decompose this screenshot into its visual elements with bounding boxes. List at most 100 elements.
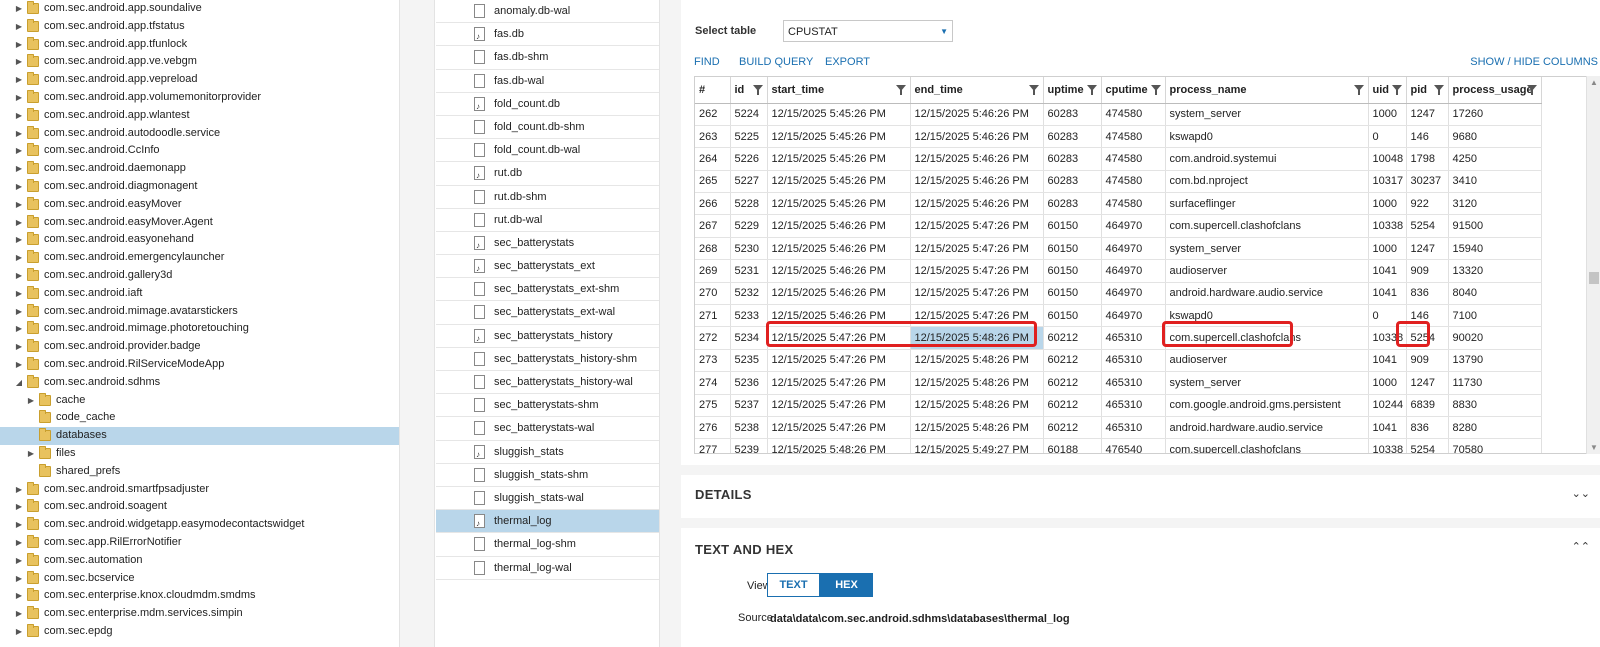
table-cell[interactable]: 12/15/2025 5:47:26 PM <box>767 371 911 395</box>
scroll-thumb[interactable] <box>1589 272 1599 284</box>
column-header[interactable]: cputime <box>1101 77 1166 104</box>
expand-right-icon[interactable]: ▶ <box>14 338 24 356</box>
table-cell[interactable]: 12/15/2025 5:48:26 PM <box>910 416 1044 440</box>
file-item[interactable]: fas.db-shm <box>436 46 659 70</box>
table-row[interactable]: 263 5225 12/15/2025 5:45:26 PM 12/15/2025 5… <box>695 125 1542 149</box>
table-cell[interactable]: 8040 <box>1448 282 1542 306</box>
table-cell[interactable]: 8830 <box>1448 394 1542 417</box>
file-item[interactable]: sec_batterystats-wal <box>436 417 659 441</box>
table-cell[interactable]: system_server <box>1165 371 1369 395</box>
table-cell[interactable]: 474580 <box>1101 147 1166 171</box>
table-cell[interactable]: 5237 <box>730 394 768 417</box>
table-cell[interactable]: 5231 <box>730 259 768 283</box>
expand-right-icon[interactable]: ▶ <box>14 71 24 89</box>
expand-right-icon[interactable]: ▶ <box>26 445 36 463</box>
file-item[interactable]: sluggish_stats-wal <box>436 487 659 511</box>
table-cell[interactable]: 1041 <box>1368 259 1407 283</box>
table-row[interactable]: 272 5234 12/15/2025 5:47:26 PM 12/15/2025 5… <box>695 326 1542 350</box>
table-cell[interactable]: 60188 <box>1043 438 1102 453</box>
table-cell[interactable]: 12/15/2025 5:46:26 PM <box>910 125 1044 149</box>
expand-right-icon[interactable]: ▶ <box>14 516 24 534</box>
table-cell[interactable]: 12/15/2025 5:48:26 PM <box>910 371 1044 395</box>
table-cell[interactable]: 464970 <box>1101 237 1166 261</box>
table-cell[interactable]: 60150 <box>1043 237 1102 261</box>
table-cell[interactable]: 922 <box>1406 192 1449 216</box>
table-cell[interactable]: 474580 <box>1101 125 1166 149</box>
table-row[interactable]: 271 5233 12/15/2025 5:46:26 PM 12/15/2025 5… <box>695 304 1542 328</box>
file-item[interactable]: thermal_log-shm <box>436 533 659 557</box>
table-cell[interactable]: 5238 <box>730 416 768 440</box>
table-cell[interactable]: 264 <box>695 147 731 171</box>
table-cell[interactable]: 12/15/2025 5:47:26 PM <box>910 282 1044 306</box>
table-cell[interactable]: 0 <box>1368 304 1407 328</box>
table-cell[interactable]: 474580 <box>1101 103 1166 126</box>
table-cell[interactable]: 464970 <box>1101 282 1166 306</box>
tree-item[interactable]: databases <box>0 427 399 445</box>
table-cell[interactable]: 5229 <box>730 214 768 238</box>
table-cell[interactable]: 1247 <box>1406 103 1449 126</box>
tree-item[interactable]: ▶ files <box>0 445 399 463</box>
expand-right-icon[interactable]: ▶ <box>14 125 24 143</box>
table-cell[interactable]: 5254 <box>1406 326 1449 350</box>
table-cell[interactable]: 465310 <box>1101 326 1166 350</box>
table-cell[interactable]: 60150 <box>1043 304 1102 328</box>
file-item[interactable]: sec_batterystats_ext-shm <box>436 278 659 302</box>
table-cell[interactable]: 12/15/2025 5:45:26 PM <box>767 147 911 171</box>
tree-item[interactable]: ▶ com.sec.android.smartfpsadjuster <box>0 481 399 499</box>
column-header[interactable]: uptime <box>1043 77 1102 104</box>
column-header[interactable]: # <box>695 77 731 104</box>
table-cell[interactable]: 0 <box>1368 125 1407 149</box>
tree-item[interactable]: ▶ com.sec.enterprise.mdm.services.simpin <box>0 605 399 623</box>
table-row[interactable]: 270 5232 12/15/2025 5:46:26 PM 12/15/2025 5… <box>695 282 1542 306</box>
table-cell[interactable]: 4250 <box>1448 147 1542 171</box>
tree-item[interactable]: ▶ com.sec.android.app.soundalive <box>0 0 399 18</box>
table-cell[interactable]: com.google.android.gms.persistent <box>1165 394 1369 417</box>
expand-right-icon[interactable]: ▶ <box>14 89 24 107</box>
table-cell[interactable]: 13790 <box>1448 349 1542 373</box>
table-cell[interactable]: 276 <box>695 416 731 440</box>
table-cell[interactable]: 10048 <box>1368 147 1407 171</box>
table-cell[interactable]: 11730 <box>1448 371 1542 395</box>
file-item[interactable]: sec_batterystats_history-shm <box>436 348 659 371</box>
table-row[interactable]: 262 5224 12/15/2025 5:45:26 PM 12/15/2025 5… <box>695 103 1542 126</box>
table-cell[interactable]: 60150 <box>1043 282 1102 306</box>
table-cell[interactable]: 9680 <box>1448 125 1542 149</box>
table-row[interactable]: 267 5229 12/15/2025 5:46:26 PM 12/15/2025 5… <box>695 214 1542 238</box>
tree-item[interactable]: ▶ com.sec.android.RilServiceModeApp <box>0 356 399 374</box>
table-cell[interactable]: audioserver <box>1165 259 1369 283</box>
tree-item[interactable]: ▶ com.sec.android.diagmonagent <box>0 178 399 196</box>
tree-item[interactable]: ▶ com.sec.android.widgetapp.easymodeconta… <box>0 516 399 534</box>
table-cell[interactable]: 1247 <box>1406 237 1449 261</box>
table-cell[interactable]: 465310 <box>1101 349 1166 373</box>
table-cell[interactable]: 6839 <box>1406 394 1449 417</box>
tree-item[interactable]: ▶ com.sec.automation <box>0 552 399 570</box>
table-cell[interactable]: 5236 <box>730 371 768 395</box>
table-cell[interactable]: 12/15/2025 5:47:26 PM <box>767 326 911 350</box>
expand-right-icon[interactable]: ▶ <box>14 587 24 605</box>
table-cell[interactable]: 1000 <box>1368 192 1407 216</box>
expand-right-icon[interactable]: ▶ <box>14 53 24 71</box>
table-cell[interactable]: 474580 <box>1101 192 1166 216</box>
table-cell[interactable]: 12/15/2025 5:46:26 PM <box>910 147 1044 171</box>
table-cell[interactable]: 267 <box>695 214 731 238</box>
expand-right-icon[interactable]: ▶ <box>14 605 24 623</box>
tree-item[interactable]: ▶ com.sec.epdg <box>0 623 399 641</box>
table-cell[interactable]: 464970 <box>1101 304 1166 328</box>
file-item[interactable]: fold_count.db <box>436 93 659 118</box>
table-cell[interactable]: 5226 <box>730 147 768 171</box>
tree-item[interactable]: ▶ com.sec.android.easyMover <box>0 196 399 214</box>
table-cell[interactable]: 10317 <box>1368 170 1407 194</box>
table-cell[interactable]: 270 <box>695 282 731 306</box>
file-item[interactable]: rut.db <box>436 162 659 188</box>
filter-icon[interactable] <box>1526 85 1537 95</box>
file-item[interactable]: thermal_log <box>436 510 659 535</box>
filter-icon[interactable] <box>1028 85 1039 95</box>
table-cell[interactable]: 12/15/2025 5:46:26 PM <box>767 259 911 283</box>
table-cell[interactable]: 266 <box>695 192 731 216</box>
table-cell[interactable]: 5225 <box>730 125 768 149</box>
table-cell[interactable]: 60283 <box>1043 125 1102 149</box>
expand-right-icon[interactable]: ▶ <box>14 214 24 232</box>
expand-right-icon[interactable]: ▶ <box>14 498 24 516</box>
chevron-double-up-icon[interactable]: ⌃⌃ <box>1572 540 1590 553</box>
table-row[interactable]: 277 5239 12/15/2025 5:48:26 PM 12/15/2025 5… <box>695 438 1542 453</box>
